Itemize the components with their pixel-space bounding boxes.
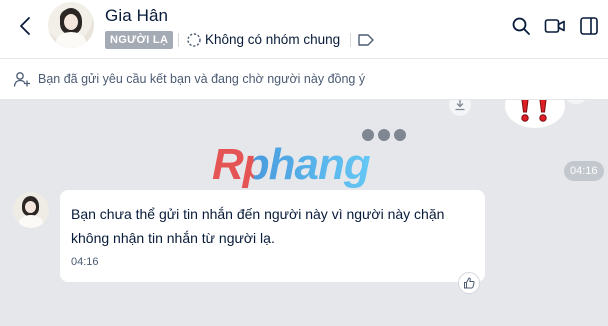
download-button[interactable] (449, 100, 471, 116)
video-call-button[interactable] (543, 14, 567, 38)
exclamation-sticker-icon[interactable] (503, 100, 567, 132)
dashed-circle-icon (187, 33, 201, 47)
user-add-icon (13, 72, 31, 87)
download-icon (455, 100, 465, 111)
header-divider (350, 33, 351, 47)
search-icon (512, 17, 530, 35)
tag-icon[interactable] (357, 33, 375, 47)
contact-name[interactable]: Gia Hân (105, 6, 168, 26)
reaction-button[interactable] (566, 100, 586, 104)
common-groups-label[interactable]: Không có nhóm chung (205, 32, 340, 47)
message-time: 04:16 (71, 256, 99, 268)
video-call-icon (544, 19, 565, 33)
sender-avatar[interactable] (13, 192, 49, 228)
watermark: Rphang (212, 140, 371, 189)
notice-text: Bạn đã gửi yêu cầu kết bạn và đang chờ n… (38, 72, 366, 86)
stranger-badge: NGƯỜI LẠ (105, 31, 174, 49)
chevron-left-icon (20, 17, 30, 35)
like-button[interactable] (458, 272, 480, 294)
thumbs-up-icon (464, 277, 475, 289)
back-button[interactable] (14, 14, 36, 38)
search-button[interactable] (509, 14, 533, 38)
chat-area[interactable]: Rphang 04:16 Bạn chưa thể gửi tin nhắn đ… (0, 100, 608, 326)
header-divider (178, 33, 179, 47)
sidebar-toggle-icon (580, 17, 598, 35)
message-bubble[interactable]: Bạn chưa thể gửi tin nhắn đến người này … (60, 190, 485, 282)
contact-avatar[interactable] (48, 2, 94, 48)
friend-request-notice: Bạn đã gửi yêu cầu kết bạn và đang chờ n… (0, 58, 608, 100)
message-text: Bạn chưa thể gửi tin nhắn đến người này … (71, 206, 445, 246)
time-divider: 04:16 (564, 161, 604, 181)
chat-header: Gia Hân NGƯỜI LẠ Không có nhóm chung (0, 0, 608, 56)
toggle-panel-button[interactable] (577, 14, 601, 38)
